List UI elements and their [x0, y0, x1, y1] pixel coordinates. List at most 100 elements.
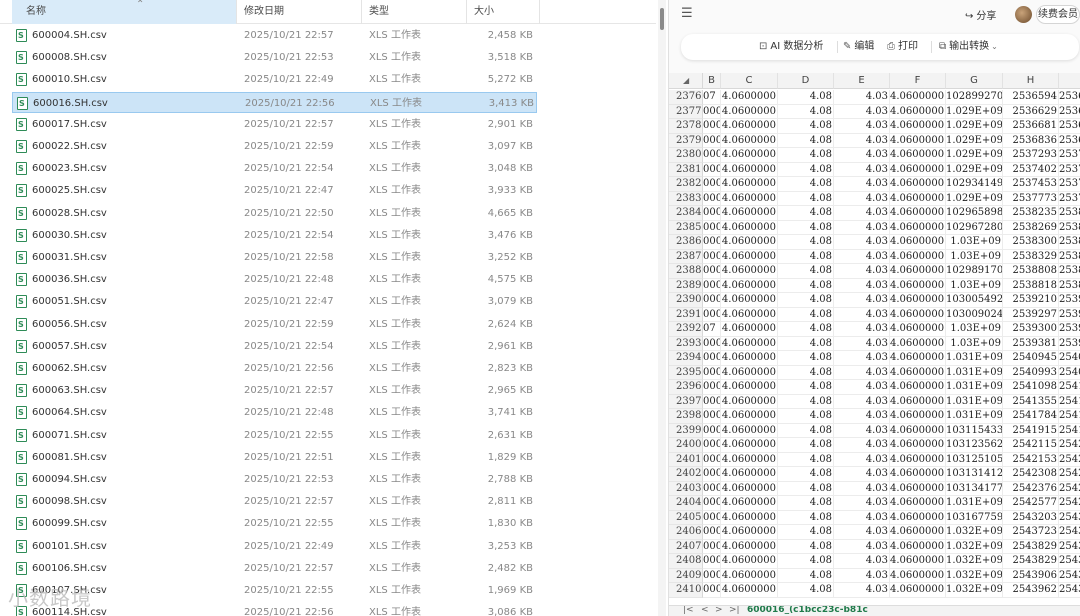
cell-g[interactable]: 102967280 — [946, 220, 1003, 235]
cell-c[interactable]: 4.0600000 — [721, 235, 778, 250]
cell-d[interactable]: 4.08 — [778, 148, 834, 163]
cell-b[interactable]: 000 — [703, 293, 721, 308]
cell-i[interactable]: 2537 — [1059, 177, 1080, 192]
cell-e[interactable]: 4.03 — [834, 119, 890, 134]
cell-e[interactable]: 4.03 — [834, 177, 890, 192]
next-sheet-icon[interactable]: > — [715, 606, 723, 615]
cell-b[interactable]: 000 — [703, 394, 721, 409]
column-header[interactable]: D — [778, 73, 834, 89]
cell-f[interactable]: 4.0600000 — [890, 148, 946, 163]
cell-f[interactable]: 4.0600000 — [890, 380, 946, 395]
cell-f[interactable]: 4.0600000 — [890, 206, 946, 221]
row-header[interactable]: 2403 — [669, 481, 703, 496]
cell-h[interactable]: 2541098 — [1003, 380, 1059, 395]
row-header[interactable]: 2405 — [669, 510, 703, 525]
row-header[interactable]: 2381 — [669, 162, 703, 177]
cell-f[interactable]: 4.0600000 — [890, 177, 946, 192]
cell-h[interactable]: 2539210 — [1003, 293, 1059, 308]
cell-g[interactable]: 103125105 — [946, 452, 1003, 467]
cell-f[interactable]: 4.0600000 — [890, 307, 946, 322]
file-row[interactable]: 600057.SH.csv 2025/10/21 22:54 XLS 工作表 2,96… — [12, 336, 537, 357]
cell-g[interactable]: 103115433 — [946, 423, 1003, 438]
cell-e[interactable]: 4.03 — [834, 307, 890, 322]
cell-b[interactable]: 000 — [703, 336, 721, 351]
cell-d[interactable]: 4.08 — [778, 307, 834, 322]
explorer-scrollbar-thumb[interactable] — [660, 8, 664, 30]
cell-b[interactable]: 000 — [703, 264, 721, 279]
cell-c[interactable]: 4.0600000 — [721, 554, 778, 569]
cell-g[interactable]: 1.031E+09 — [946, 380, 1003, 395]
cell-f[interactable]: 4.0600000 — [890, 583, 946, 598]
column-header[interactable]: F — [890, 73, 946, 89]
row-header[interactable]: 2397 — [669, 394, 703, 409]
cell-d[interactable]: 4.08 — [778, 365, 834, 380]
row-header[interactable]: 2387 — [669, 249, 703, 264]
column-header[interactable]: G — [946, 73, 1003, 89]
cell-h[interactable]: 2543203 — [1003, 510, 1059, 525]
cell-e[interactable]: 4.03 — [834, 206, 890, 221]
cell-d[interactable]: 4.08 — [778, 90, 834, 105]
cell-g[interactable]: 1.031E+09 — [946, 351, 1003, 366]
cell-c[interactable]: 4.0600000 — [721, 467, 778, 482]
cell-c[interactable]: 4.0600000 — [721, 293, 778, 308]
cell-g[interactable]: 102989170 — [946, 264, 1003, 279]
cell-b[interactable]: 000 — [703, 568, 721, 583]
cell-c[interactable]: 4.0600000 — [721, 496, 778, 511]
cell-c[interactable]: 4.0600000 — [721, 510, 778, 525]
cell-b[interactable]: 000 — [703, 525, 721, 540]
cell-h[interactable]: 2537773 — [1003, 191, 1059, 206]
cell-b[interactable]: 000 — [703, 510, 721, 525]
cell-b[interactable]: 000 — [703, 119, 721, 134]
cell-h[interactable]: 2543829 — [1003, 554, 1059, 569]
cell-i[interactable]: 2540 — [1059, 351, 1080, 366]
row-header[interactable]: 2404 — [669, 496, 703, 511]
first-sheet-icon[interactable]: |< — [683, 606, 694, 615]
cell-f[interactable]: 4.0600000 — [890, 119, 946, 134]
column-header-type[interactable]: 类型 — [363, 0, 467, 24]
cell-h[interactable]: 2538329 — [1003, 249, 1059, 264]
cell-b[interactable]: 000 — [703, 148, 721, 163]
spreadsheet-grid[interactable]: ◢ B C D E F G H 2376 07 4.0600000 4.08 4.03 4.060000… — [669, 73, 1080, 605]
cell-i[interactable]: 2543 — [1059, 511, 1080, 525]
cell-i[interactable]: 2539 — [1059, 322, 1080, 337]
cell-d[interactable]: 4.08 — [778, 133, 834, 148]
row-header[interactable]: 2385 — [669, 220, 703, 235]
cell-h[interactable]: 2541355 — [1003, 394, 1059, 409]
file-row[interactable]: 600004.SH.csv 2025/10/21 22:57 XLS 工作表 2,45… — [12, 25, 537, 46]
cell-c[interactable]: 4.0600000 — [721, 206, 778, 221]
cell-g[interactable]: 1.031E+09 — [946, 409, 1003, 424]
file-row[interactable]: 600094.SH.csv 2025/10/21 22:53 XLS 工作表 2,78… — [12, 469, 537, 490]
cell-i[interactable]: 2537 — [1059, 192, 1080, 206]
cell-f[interactable]: 4.0600000 — [890, 264, 946, 279]
cell-c[interactable]: 4.0600000 — [721, 220, 778, 235]
cell-h[interactable]: 2538808 — [1003, 264, 1059, 279]
cell-d[interactable]: 4.08 — [778, 481, 834, 496]
cell-g[interactable]: 103134177 — [946, 481, 1003, 496]
cell-h[interactable]: 2536594 — [1003, 90, 1059, 105]
cell-c[interactable]: 4.0600000 — [721, 307, 778, 322]
cell-d[interactable]: 4.08 — [778, 554, 834, 569]
cell-d[interactable]: 4.08 — [778, 525, 834, 540]
cell-e[interactable]: 4.03 — [834, 496, 890, 511]
file-row[interactable]: 600106.SH.csv 2025/10/21 22:57 XLS 工作表 2,48… — [12, 558, 537, 579]
cell-f[interactable]: 4.0600000 — [890, 365, 946, 380]
cell-i[interactable]: 2542 — [1059, 467, 1080, 482]
cell-g[interactable]: 1.03E+09 — [946, 235, 1003, 250]
file-row[interactable]: 600051.SH.csv 2025/10/21 22:47 XLS 工作表 3,07… — [12, 291, 537, 312]
cell-c[interactable]: 4.0600000 — [721, 351, 778, 366]
cell-d[interactable]: 4.08 — [778, 322, 834, 337]
cell-i[interactable]: 2536 — [1059, 90, 1080, 105]
cell-g[interactable]: 1.029E+09 — [946, 133, 1003, 148]
row-header[interactable]: 2407 — [669, 539, 703, 554]
cell-d[interactable]: 4.08 — [778, 583, 834, 598]
column-header-name[interactable]: ⌃ 名称 — [12, 0, 237, 24]
cell-h[interactable]: 2542115 — [1003, 438, 1059, 453]
cell-i[interactable]: 2542 — [1059, 496, 1080, 511]
cell-c[interactable]: 4.0600000 — [721, 322, 778, 337]
cell-f[interactable]: 4.0600000 — [890, 409, 946, 424]
cell-f[interactable]: 4.0600000 — [890, 510, 946, 525]
file-row[interactable]: 600028.SH.csv 2025/10/21 22:50 XLS 工作表 4,66… — [12, 203, 537, 224]
cell-h[interactable]: 2536836 — [1003, 133, 1059, 148]
cell-f[interactable]: 4.0600000 — [890, 220, 946, 235]
cell-f[interactable]: 4.0600000 — [890, 191, 946, 206]
